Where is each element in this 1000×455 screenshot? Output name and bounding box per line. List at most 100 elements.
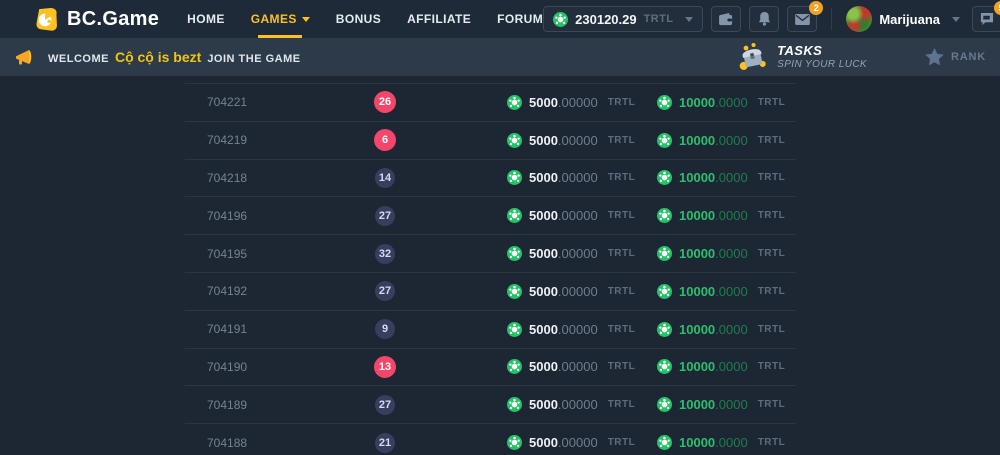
nav-item-games[interactable]: GAMES (251, 0, 310, 38)
chevron-down-icon (952, 17, 960, 22)
win-amount: 10000 .0000 TRTL (657, 246, 796, 261)
bet-row[interactable]: 704221 26 5000 .00000 TRTL (185, 83, 796, 121)
win-amount-dec: .0000 (715, 435, 748, 450)
bet-row[interactable]: 704219 6 5000 .00000 TRTL 1 (185, 121, 796, 159)
trtl-coin-icon (657, 359, 672, 374)
trtl-coin-icon (553, 12, 568, 27)
welcome-prefix: WELCOME (48, 53, 109, 65)
bet-amount-int: 5000 (529, 359, 558, 374)
bet-id: 704189 (185, 398, 355, 412)
mail-button[interactable]: 2 (787, 6, 817, 32)
win-amount-dec: .0000 (715, 359, 748, 374)
tasks-title: TASKS (777, 44, 867, 59)
win-amount: 10000 .0000 TRTL (657, 435, 796, 450)
win-amount-int: 10000 (679, 246, 715, 261)
win-currency: TRTL (758, 97, 786, 108)
win-currency: TRTL (758, 248, 786, 259)
bet-amount-dec: .00000 (558, 359, 598, 374)
win-amount-int: 10000 (679, 359, 715, 374)
bet-amount-int: 5000 (529, 435, 558, 450)
bet-id: 704218 (185, 171, 355, 185)
bet-amount-dec: .00000 (558, 170, 598, 185)
win-amount-int: 10000 (679, 322, 715, 337)
trtl-coin-icon (507, 246, 522, 261)
bet-row[interactable]: 704190 13 5000 .00000 TRTL (185, 348, 796, 386)
bet-amount-dec: .00000 (558, 322, 598, 337)
trtl-coin-icon (657, 170, 672, 185)
win-amount-int: 10000 (679, 95, 715, 110)
nav-item-home[interactable]: HOME (187, 0, 225, 38)
trtl-coin-icon (657, 322, 672, 337)
bet-id: 704219 (185, 133, 355, 147)
brand-logo[interactable]: BC.Game (34, 7, 159, 32)
nav-item-affiliate[interactable]: AFFILIATE (407, 0, 471, 38)
trtl-coin-icon (657, 208, 672, 223)
result-badge: 32 (375, 244, 395, 264)
win-currency: TRTL (758, 172, 786, 183)
bet-amount: 5000 .00000 TRTL (507, 435, 657, 450)
bet-amount-dec: .00000 (558, 95, 598, 110)
bet-amount-int: 5000 (529, 322, 558, 337)
mail-badge: 2 (809, 1, 823, 15)
welcome-message: WELCOME Cộ cộ is bezt JOIN THE GAME (15, 49, 301, 66)
bet-row[interactable]: 704196 27 5000 .00000 TRTL (185, 196, 796, 234)
win-currency: TRTL (758, 210, 786, 221)
result-badge: 6 (374, 129, 396, 151)
trtl-coin-icon (507, 133, 522, 148)
nav-item-forum[interactable]: FORUM (497, 0, 543, 38)
win-amount-int: 10000 (679, 397, 715, 412)
trtl-coin-icon (507, 284, 522, 299)
bet-currency: TRTL (608, 172, 636, 183)
bcgame-logo-icon (34, 7, 59, 32)
bet-amount-dec: .00000 (558, 435, 598, 450)
nav-item-bonus[interactable]: BONUS (336, 0, 381, 38)
wallet-icon (719, 13, 734, 26)
avatar (846, 6, 872, 32)
bet-amount-dec: .00000 (558, 397, 598, 412)
trtl-coin-icon (507, 435, 522, 450)
win-amount-dec: .0000 (715, 170, 748, 185)
bet-row[interactable]: 704189 27 5000 .00000 TRTL (185, 385, 796, 423)
balance-selector[interactable]: 230120.29 TRTL (543, 6, 703, 32)
trtl-coin-icon (507, 170, 522, 185)
bet-currency: TRTL (608, 399, 636, 410)
bet-row[interactable]: 704218 14 5000 .00000 TRTL (185, 159, 796, 197)
user-menu[interactable]: Marijuana (846, 6, 960, 32)
win-currency: TRTL (758, 135, 786, 146)
bet-currency: TRTL (608, 324, 636, 335)
win-currency: TRTL (758, 324, 786, 335)
bet-row[interactable]: 704188 21 5000 .00000 TRTL (185, 423, 796, 455)
wallet-button[interactable] (711, 6, 741, 32)
trtl-coin-icon (657, 397, 672, 412)
result-badge: 9 (375, 319, 395, 339)
bet-currency: TRTL (608, 248, 636, 259)
bet-amount-int: 5000 (529, 284, 558, 299)
trtl-coin-icon (507, 95, 522, 110)
bet-amount-dec: .00000 (558, 246, 598, 261)
win-amount-dec: .0000 (715, 133, 748, 148)
bet-row[interactable]: 704195 32 5000 .00000 TRTL (185, 234, 796, 272)
bet-id: 704192 (185, 284, 355, 298)
bet-row[interactable]: 704192 27 5000 .00000 TRTL (185, 272, 796, 310)
brand-name: BC.Game (67, 8, 159, 31)
bet-row[interactable]: 704191 9 5000 .00000 TRTL 1 (185, 310, 796, 348)
win-amount-int: 10000 (679, 208, 715, 223)
bet-amount-dec: .00000 (558, 133, 598, 148)
bet-amount-int: 5000 (529, 208, 558, 223)
win-amount: 10000 .0000 TRTL (657, 95, 796, 110)
star-icon (925, 48, 944, 66)
trtl-coin-icon (657, 246, 672, 261)
result-badge: 27 (375, 206, 395, 226)
trtl-coin-icon (657, 284, 672, 299)
chat-button[interactable]: 5 (972, 6, 1000, 32)
bet-currency: TRTL (608, 437, 636, 448)
win-amount: 10000 .0000 TRTL (657, 322, 796, 337)
tasks-widget[interactable]: TASKS SPIN YOUR LUCK (736, 42, 867, 72)
bet-id: 704195 (185, 247, 355, 261)
chevron-down-icon (302, 17, 310, 22)
rank-widget[interactable]: RANK (925, 48, 986, 66)
bet-id: 704191 (185, 322, 355, 336)
win-amount: 10000 .0000 TRTL (657, 208, 796, 223)
notifications-button[interactable] (749, 6, 779, 32)
rank-label: RANK (951, 51, 986, 63)
